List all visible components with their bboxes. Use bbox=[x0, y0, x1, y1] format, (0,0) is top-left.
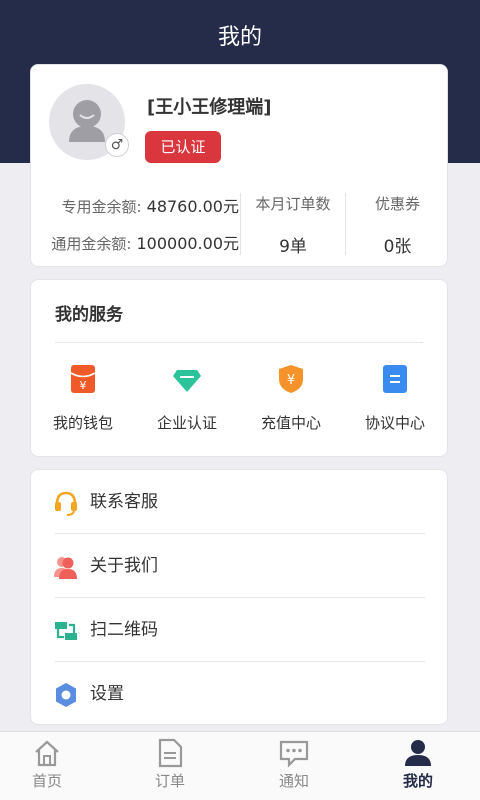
tab-label: 通知 bbox=[278, 772, 309, 790]
tab-mine[interactable]: 我的 bbox=[358, 738, 478, 791]
service-enterprise-cert[interactable]: 企业认证 bbox=[135, 364, 239, 433]
menu-scan-qr[interactable]: 扫二维码 bbox=[31, 598, 449, 662]
service-label: 充值中心 bbox=[260, 414, 321, 432]
monthly-orders-value: 9单 bbox=[279, 237, 307, 257]
username: [王小王修理端] bbox=[147, 97, 272, 118]
services-card: 我的服务 ¥ 我的钱包 企业认证 ¥ 充值中心 协议中心 bbox=[30, 279, 448, 457]
gear-icon bbox=[53, 682, 79, 708]
users-icon bbox=[53, 554, 79, 580]
service-recharge[interactable]: ¥ 充值中心 bbox=[239, 364, 343, 433]
tab-label: 我的 bbox=[402, 772, 433, 790]
profile-card: ♂ [王小王修理端] 已认证 专用金余额: 48760.00元 通用金余额: 1… bbox=[30, 64, 448, 267]
menu-settings[interactable]: 设置 bbox=[31, 662, 449, 726]
menu-label: 联系客服 bbox=[90, 492, 158, 512]
service-label: 协议中心 bbox=[364, 414, 425, 432]
divider bbox=[55, 342, 423, 343]
bottom-tab-bar: 首页 订单 通知 我的 bbox=[0, 731, 480, 800]
svg-text:¥: ¥ bbox=[80, 379, 87, 392]
coupon-label: 优惠券 bbox=[374, 195, 420, 213]
home-icon bbox=[32, 738, 62, 768]
menu-label: 设置 bbox=[90, 684, 124, 704]
user-icon bbox=[403, 738, 433, 768]
tab-notifications[interactable]: 通知 bbox=[234, 738, 354, 791]
gender-male-icon: ♂ bbox=[105, 133, 129, 157]
tab-home[interactable]: 首页 bbox=[0, 738, 107, 791]
diamond-icon bbox=[173, 364, 201, 394]
service-wallet[interactable]: ¥ 我的钱包 bbox=[31, 364, 135, 433]
tab-label: 订单 bbox=[154, 772, 185, 790]
services-title: 我的服务 bbox=[55, 305, 123, 325]
menu-label: 关于我们 bbox=[90, 556, 158, 576]
menu-contact-service[interactable]: 联系客服 bbox=[31, 470, 449, 534]
tab-label: 首页 bbox=[31, 772, 62, 790]
headset-icon bbox=[53, 490, 79, 516]
document-icon bbox=[381, 364, 409, 394]
certified-badge: 已认证 bbox=[145, 131, 221, 163]
svg-text:¥: ¥ bbox=[287, 373, 295, 388]
message-icon bbox=[279, 738, 309, 768]
scan-icon bbox=[53, 618, 79, 644]
yuan-shield-icon: ¥ bbox=[277, 364, 305, 394]
menu-card: 联系客服 关于我们 扫二维码 设置 bbox=[30, 469, 448, 725]
monthly-orders-stat[interactable]: 本月订单数 9单 bbox=[241, 193, 345, 257]
general-balance-label: 通用金余额: bbox=[51, 235, 132, 253]
page-title: 我的 bbox=[217, 25, 262, 50]
monthly-orders-label: 本月订单数 bbox=[255, 195, 331, 213]
dedicated-balance-label: 专用金余额: bbox=[61, 198, 142, 216]
general-balance: 通用金余额: 100000.00元 bbox=[31, 230, 239, 254]
red-envelope-icon: ¥ bbox=[69, 364, 97, 394]
menu-label: 扫二维码 bbox=[90, 620, 158, 640]
dedicated-balance-value: 48760.00元 bbox=[146, 197, 239, 216]
order-icon bbox=[155, 738, 185, 768]
service-label: 我的钱包 bbox=[52, 414, 113, 432]
dedicated-balance: 专用金余额: 48760.00元 bbox=[31, 193, 239, 217]
tab-orders[interactable]: 订单 bbox=[110, 738, 230, 791]
service-agreement[interactable]: 协议中心 bbox=[343, 364, 447, 433]
service-label: 企业认证 bbox=[156, 414, 217, 432]
coupon-value: 0张 bbox=[383, 237, 412, 257]
menu-about-us[interactable]: 关于我们 bbox=[31, 534, 449, 598]
coupon-stat[interactable]: 优惠券 0张 bbox=[346, 193, 449, 257]
general-balance-value: 100000.00元 bbox=[136, 234, 239, 253]
